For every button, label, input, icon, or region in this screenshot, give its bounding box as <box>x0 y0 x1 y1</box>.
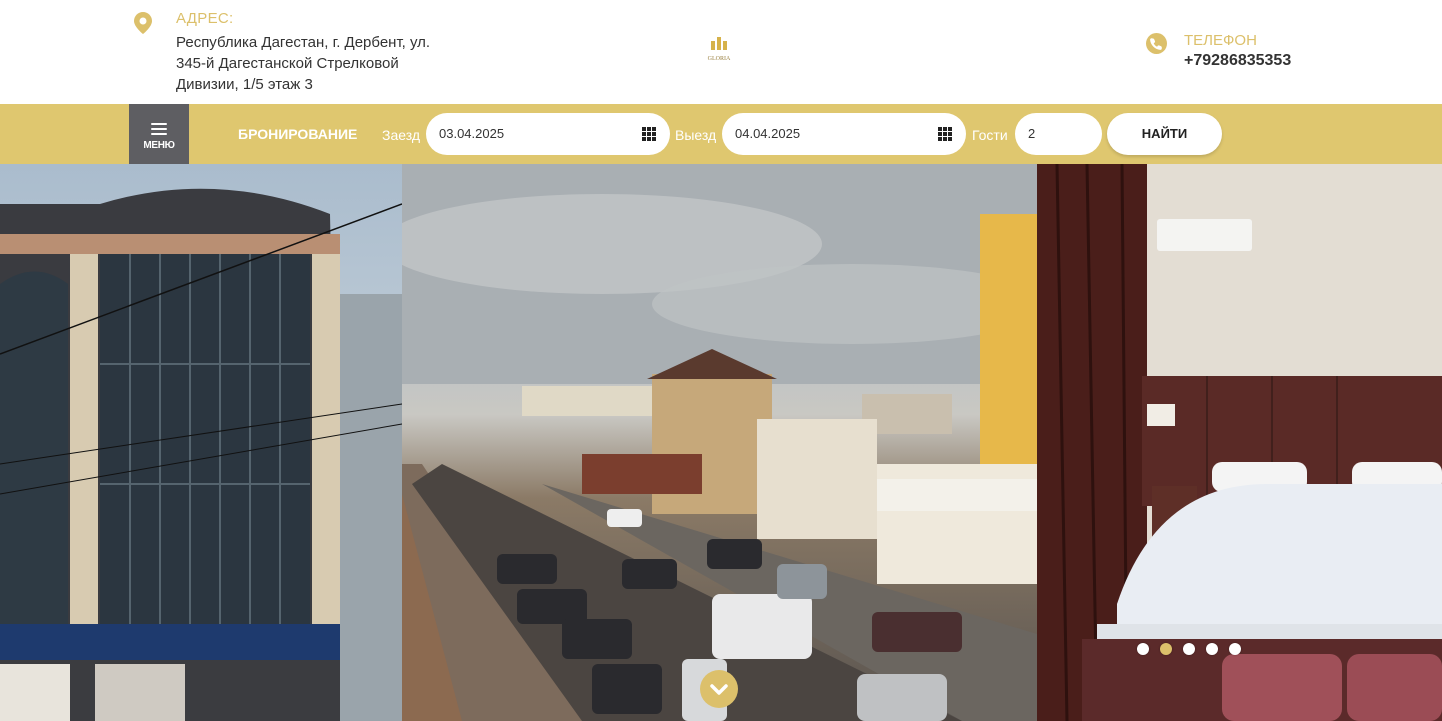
hero-slider <box>0 164 1442 721</box>
checkout-date-value: 04.04.2025 <box>735 126 801 141</box>
top-header: АДРЕС: Республика Дагестан, г. Дербент, … <box>0 0 1442 104</box>
guests-field[interactable]: 2 <box>1015 113 1102 155</box>
slider-dot-4[interactable] <box>1206 643 1218 655</box>
checkin-label: Заезд <box>382 127 421 143</box>
street-view-image <box>402 164 1037 721</box>
map-pin-icon <box>134 12 152 34</box>
hamburger-icon <box>151 123 167 135</box>
phone-icon <box>1146 33 1167 54</box>
menu-button[interactable]: МЕНЮ <box>129 104 189 164</box>
slide-street-view <box>402 164 1037 721</box>
phone-number[interactable]: +79286835353 <box>1184 52 1291 70</box>
menu-label: МЕНЮ <box>143 140 175 151</box>
checkin-date-field[interactable]: 03.04.2025 <box>426 113 670 155</box>
search-button[interactable]: НАЙТИ <box>1107 113 1222 155</box>
guests-value: 2 <box>1028 126 1036 141</box>
checkout-date-field[interactable]: 04.04.2025 <box>722 113 966 155</box>
address-line: Республика Дагестан, г. Дербент, ул. <box>176 34 431 51</box>
slider-dot-2[interactable] <box>1160 643 1172 655</box>
slide-hotel-room <box>1037 164 1442 721</box>
phone-label: ТЕЛЕФОН <box>1184 32 1257 49</box>
hotel-facade-image <box>0 188 402 721</box>
hotel-room-image <box>1037 164 1442 721</box>
hotel-logo[interactable]: GLORIA <box>700 36 738 64</box>
booking-title: БРОНИРОВАНИЕ <box>238 126 358 142</box>
calendar-icon[interactable] <box>642 127 656 141</box>
logo-building-icon <box>711 37 727 50</box>
logo-text: GLORIA <box>707 56 731 62</box>
address-line: 345-й Дагестанской Стрелковой <box>176 55 399 72</box>
slider-dot-1[interactable] <box>1137 643 1149 655</box>
address-label: АДРЕС: <box>176 10 234 27</box>
checkout-label: Выезд <box>675 127 717 143</box>
calendar-icon[interactable] <box>938 127 952 141</box>
slider-dots <box>1137 642 1252 655</box>
booking-bar: МЕНЮ БРОНИРОВАНИЕ Заезд 03.04.2025 Выезд… <box>0 104 1442 164</box>
slider-dot-3[interactable] <box>1183 643 1195 655</box>
chevron-down-icon <box>710 684 728 695</box>
slide-hotel-facade <box>0 164 402 721</box>
address-text: Республика Дагестан, г. Дербент, ул. 345… <box>176 32 486 95</box>
checkin-date-value: 03.04.2025 <box>439 126 505 141</box>
guests-label: Гости <box>972 127 1008 143</box>
scroll-down-button[interactable] <box>700 670 738 708</box>
slider-dot-5[interactable] <box>1229 643 1241 655</box>
address-line: Дивизии, 1/5 этаж 3 <box>176 76 313 93</box>
